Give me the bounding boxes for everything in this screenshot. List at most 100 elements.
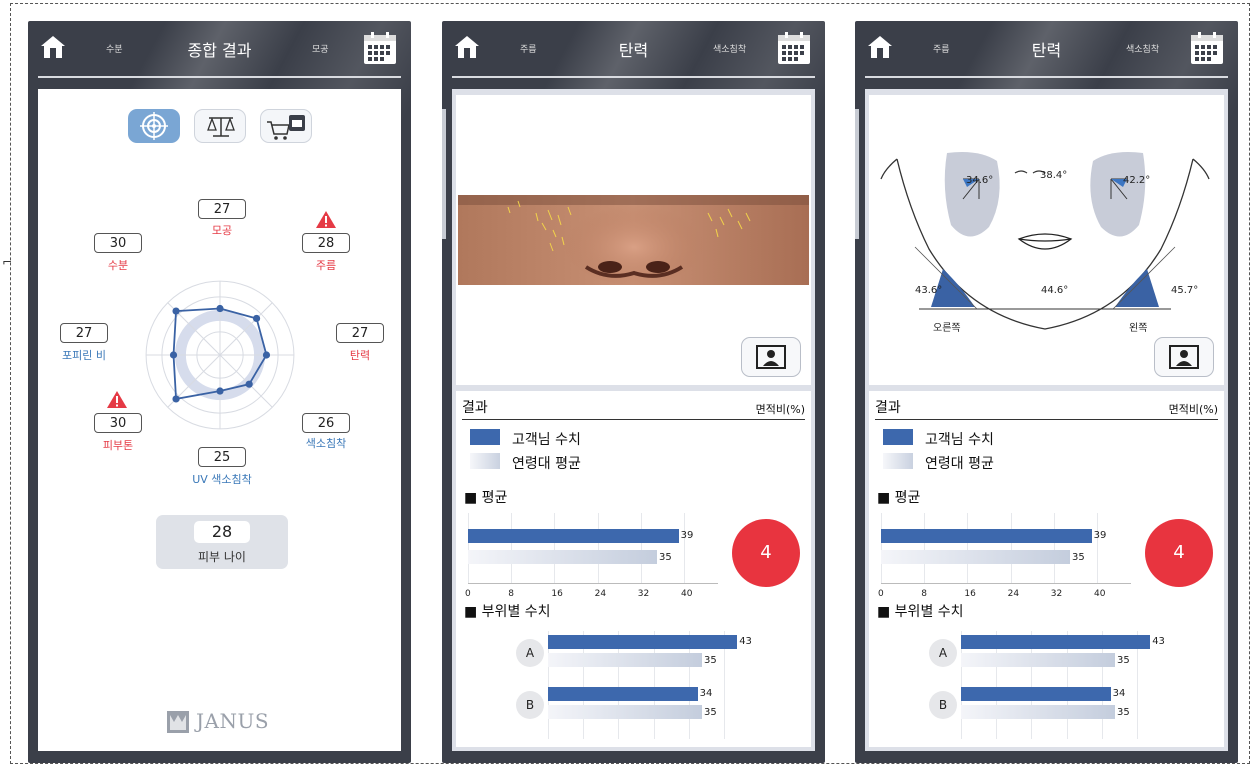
center-angle: 38.4° [1040,170,1068,181]
results-title: 결과 [875,400,901,416]
radar-point [216,304,224,313]
unit-label: 면적비(%) [1168,403,1218,416]
radar-value-box[interactable]: 26 [302,413,350,433]
axis-tick-label: 8 [921,589,927,599]
janus-logo-icon [167,711,189,733]
part-age-value: 35 [1117,655,1130,666]
average-customer-value: 39 [680,530,694,541]
part-customer-value: 43 [739,636,752,647]
results-panel: 결과 면적비(%) 고객님 수치 연령대 평균 ■ 평균 0 8 16 24 32 40 3… [869,391,1224,747]
x-axis-line [468,583,718,584]
radar-point [245,380,253,388]
radar-axis-line [219,354,273,408]
score-circle: 4 [732,519,800,587]
chin-angle: 44.6° [1041,285,1069,296]
next-tab-label[interactable]: 모공 [312,42,329,55]
radar-axis-label: 색소침착 [305,437,347,450]
header-divider [865,76,1228,78]
legend-customer-swatch [470,429,500,445]
radar-value-box[interactable]: 30 [94,413,142,433]
skin-age-value: 28 [194,521,250,543]
radar-axis-label: 탄력 [349,349,371,362]
portrait-icon [756,345,786,369]
x-axis-line [881,583,1131,584]
phone-screen-elasticity-diagram: 주름 탄력 색소침착 34.6° 38.4° 42.2° 43.6° 44.6°… [855,21,1238,763]
results-divider [462,419,805,420]
legend-customer-label: 고객님 수치 [512,432,581,448]
header-divider [38,76,401,78]
connector-arrow: ⌐ [2,255,13,269]
axis-tick-label: 24 [594,589,607,599]
header-divider [452,76,815,78]
top-bar: 수분 종합 결과 모공 [28,21,411,81]
legend-age-avg-swatch [883,453,913,469]
top-bar: 주름 탄력 색소침착 [855,21,1238,81]
photo-view-button[interactable] [1154,337,1214,377]
axis-tick-label: 8 [508,589,514,599]
axis-tick-label: 32 [1050,589,1063,599]
legend-age-avg-label: 연령대 평균 [925,456,994,472]
scroll-edge-indicator [442,109,446,239]
part-customer-bar [961,635,1151,649]
average-age-value: 35 [1072,552,1085,563]
average-customer-value: 39 [1093,530,1107,541]
radar-value-box[interactable]: 28 [302,233,350,253]
radar-point [169,351,178,359]
results-divider [875,419,1218,420]
elasticity-content: 34.6° 38.4° 42.2° 43.6° 44.6° 45.7° 오른쪽 … [865,89,1228,751]
grid-line [597,513,599,583]
photo-view-button[interactable] [741,337,801,377]
grid-line [1010,513,1012,583]
left-jaw-angle: 45.7° [1171,285,1199,296]
next-tab-label[interactable]: 색소침착 [1126,42,1159,55]
radar-axis-label: 모공 [211,224,233,237]
radar-axis-label: 수분 [107,259,129,272]
grid-line [924,513,926,583]
skin-age-label: 피부 나이 [198,550,246,564]
skin-age-card: 28 피부 나이 [156,515,288,569]
axis-tick-label: 40 [681,589,693,599]
legend-age-avg-swatch [470,453,500,469]
page-title: 탄력 [1031,41,1062,60]
average-section-title: ■ 평균 [464,490,508,506]
left-cheek-angle: 42.2° [1123,175,1151,186]
unit-label: 면적비(%) [755,403,805,416]
radar-value-box[interactable]: 27 [198,199,246,219]
right-cheek-angle: 34.6° [966,175,994,186]
part-age-value: 35 [704,655,717,666]
calendar-icon[interactable] [1190,31,1224,65]
grid-line [967,513,969,583]
radar-value-box[interactable]: 25 [198,447,246,467]
phone-screen-elasticity-photo: 주름 탄력 색소침착 결과 면적비(%) 고객님 수치 연령대 평균 ■ 평균 … [442,21,825,763]
part-label: A [929,639,957,667]
radar-point [262,351,271,359]
analysis-image-area [456,95,811,385]
average-customer-bar [881,529,1092,543]
radar-axis-label: 피부톤 [102,439,134,452]
calendar-icon[interactable] [363,31,397,65]
portrait-icon [1169,345,1199,369]
part-customer-bar [548,635,738,649]
left-side-label: 왼쪽 [1129,323,1148,334]
average-customer-bar [468,529,679,543]
radar-value-box[interactable]: 27 [60,323,108,343]
radar-point [172,395,180,403]
calendar-icon[interactable] [777,31,811,65]
score-circle: 4 [1145,519,1213,587]
part-label: A [516,639,544,667]
axis-tick-label: 0 [465,589,471,599]
part-age-bar [961,653,1115,667]
axis-tick-label: 16 [551,589,563,599]
part-age-bar [548,653,702,667]
axis-tick-label: 24 [1007,589,1020,599]
radar-axis-label: 주름 [315,259,337,272]
scroll-edge-indicator [855,109,859,239]
radar-value-box[interactable]: 30 [94,233,142,253]
grid-line [684,513,685,583]
part-age-bar [548,705,702,719]
legend-customer-label: 고객님 수치 [925,432,994,448]
right-side-label: 오른쪽 [933,323,961,334]
radar-value-box[interactable]: 27 [336,323,384,343]
next-tab-label[interactable]: 색소침착 [713,42,746,55]
average-section-title: ■ 평균 [877,490,921,506]
